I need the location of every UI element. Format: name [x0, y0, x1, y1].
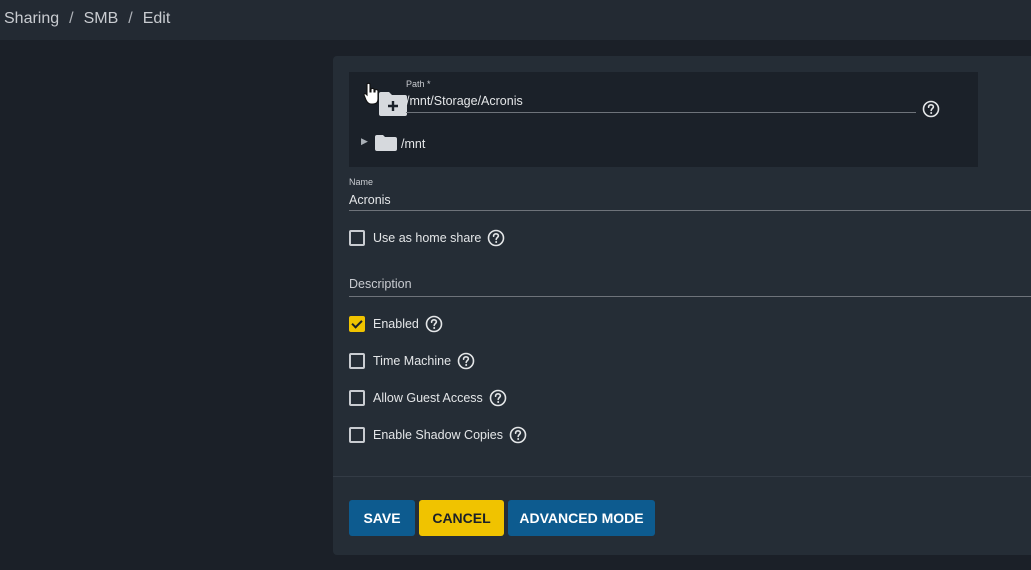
name-input[interactable]: [349, 190, 1031, 211]
shadow-copies-checkbox[interactable]: [349, 427, 365, 443]
path-input[interactable]: [406, 90, 916, 113]
tree-node-mnt[interactable]: /mnt: [401, 137, 425, 151]
breadcrumb-separator: /: [128, 10, 133, 27]
breadcrumb-sharing[interactable]: Sharing: [4, 10, 59, 27]
advanced-mode-button[interactable]: ADVANCED MODE: [508, 500, 655, 536]
time-machine-checkbox-row[interactable]: Time Machine: [349, 351, 475, 371]
create-folder-icon[interactable]: [378, 91, 408, 117]
hand-cursor-icon: [363, 82, 379, 105]
home-share-help-icon[interactable]: [487, 229, 505, 247]
enabled-help-icon[interactable]: [425, 315, 443, 333]
breadcrumb-smb[interactable]: SMB: [84, 10, 119, 27]
tree-expand-arrow-icon[interactable]: ▶: [361, 136, 368, 147]
guest-access-checkbox[interactable]: [349, 390, 365, 406]
time-machine-label[interactable]: Time Machine: [373, 354, 451, 368]
path-label: Path *: [406, 79, 431, 89]
time-machine-checkbox[interactable]: [349, 353, 365, 369]
home-share-label[interactable]: Use as home share: [373, 231, 481, 245]
breadcrumb-separator: /: [69, 10, 74, 27]
time-machine-help-icon[interactable]: [457, 352, 475, 370]
folder-icon: [375, 135, 397, 151]
path-help-icon[interactable]: [922, 100, 940, 118]
name-label: Name: [349, 177, 374, 187]
home-share-checkbox-row[interactable]: Use as home share: [349, 228, 505, 248]
shadow-copies-checkbox-row[interactable]: Enable Shadow Copies: [349, 425, 527, 445]
guest-access-label[interactable]: Allow Guest Access: [373, 391, 483, 405]
smb-edit-form: Path * ▶ /mnt Name Use as home share Des…: [333, 56, 1031, 555]
path-explorer: Path * ▶ /mnt: [349, 72, 978, 167]
guest-access-help-icon[interactable]: [489, 389, 507, 407]
enabled-label[interactable]: Enabled: [373, 317, 419, 331]
top-bar: Sharing / SMB / Edit: [0, 0, 1031, 40]
cancel-button[interactable]: CANCEL: [419, 500, 504, 536]
guest-access-checkbox-row[interactable]: Allow Guest Access: [349, 388, 507, 408]
save-button[interactable]: SAVE: [349, 500, 415, 536]
description-input[interactable]: [349, 296, 1031, 297]
form-divider: [333, 476, 1031, 477]
breadcrumb: Sharing / SMB / Edit: [4, 10, 170, 28]
shadow-copies-label[interactable]: Enable Shadow Copies: [373, 428, 503, 442]
enabled-checkbox-row[interactable]: Enabled: [349, 314, 443, 334]
enabled-checkbox[interactable]: [349, 316, 365, 332]
breadcrumb-edit: Edit: [142, 10, 171, 27]
home-share-checkbox[interactable]: [349, 230, 365, 246]
description-label: Description: [349, 277, 412, 291]
shadow-copies-help-icon[interactable]: [509, 426, 527, 444]
